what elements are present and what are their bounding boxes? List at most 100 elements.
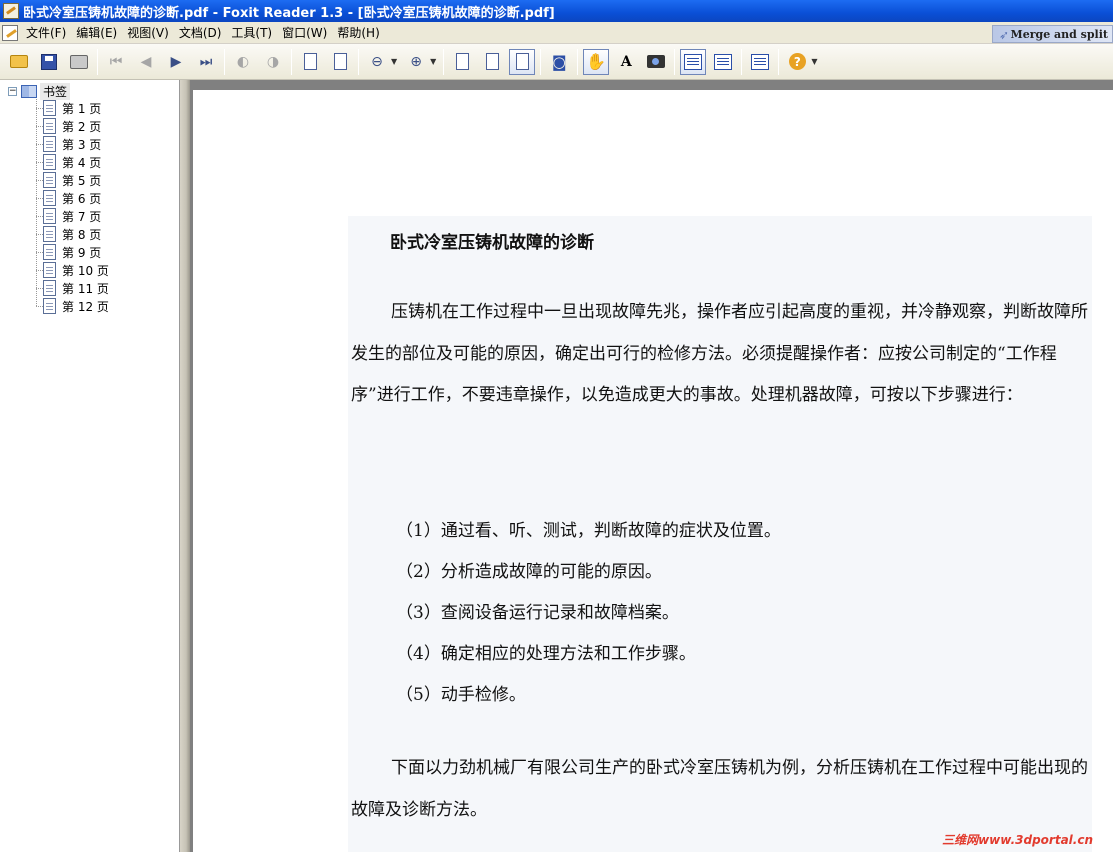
panel-splitter[interactable] <box>180 80 190 852</box>
folder-open-icon <box>10 55 28 68</box>
page-icon <box>43 244 56 260</box>
bookmark-page-5[interactable]: 第 5 页 <box>36 171 101 189</box>
zoom-out-button[interactable]: ⊖ <box>364 49 390 75</box>
actual-size-icon <box>455 53 469 70</box>
save-icon <box>41 53 57 70</box>
thumbnail-panel-icon <box>714 53 733 70</box>
page-icon <box>43 136 56 152</box>
properties-icon <box>751 53 770 70</box>
foxit-app-icon[interactable] <box>3 3 19 19</box>
bookmark-label: 第 12 页 <box>62 299 109 314</box>
merge-and-split-label: Merge and split <box>1010 27 1108 41</box>
help-icon: ? <box>788 53 806 70</box>
previous-page-button[interactable]: ◀ <box>133 49 159 75</box>
intro-paragraph: 压铸机在工作过程中一旦出现故障先兆，操作者应引起高度的重视，并冷静观察，判断故障… <box>351 302 1088 405</box>
collapse-icon[interactable]: − <box>8 86 17 96</box>
zoom-in-button[interactable]: ⊕ <box>403 49 429 75</box>
step-item-2: （2）分析造成故障的可能的原因。 <box>396 562 662 582</box>
menu-window[interactable]: 窗口(W) <box>277 23 332 43</box>
zoom-in-icon: ⊕ <box>410 53 423 70</box>
page-icon <box>43 280 56 296</box>
save-button[interactable] <box>36 49 62 75</box>
previous-page-icon: ◀ <box>140 53 152 70</box>
bookmark-label: 第 3 页 <box>62 137 102 152</box>
toolbar-separator <box>224 48 225 75</box>
toolbar: ⏮ ◀ ▶ ⏭ ◐ ◑ ⊖ ▼ ⊕ ▼ ◙ ✋ A ? ▼ <box>0 44 1113 80</box>
bookmark-page-7[interactable]: 第 7 页 <box>36 207 101 225</box>
fit-width-icon <box>515 53 529 70</box>
toolbar-separator <box>540 48 542 75</box>
text-select-button[interactable]: A <box>613 49 639 75</box>
bookmark-page-12[interactable]: 第 12 页 <box>36 297 109 315</box>
camera-icon <box>647 55 666 68</box>
bookmark-label: 第 7 页 <box>62 209 102 224</box>
find-button[interactable]: ◙ <box>546 49 572 75</box>
first-page-button[interactable]: ⏮ <box>103 49 129 75</box>
hand-tool-button[interactable]: ✋ <box>583 48 610 75</box>
menu-edit[interactable]: 编辑(E) <box>71 23 122 43</box>
bookmark-page-1[interactable]: 第 1 页 <box>36 99 101 117</box>
last-page-icon: ⏭ <box>199 53 213 70</box>
help-dropdown-icon[interactable]: ▼ <box>811 57 817 66</box>
fit-width-button[interactable] <box>509 48 536 75</box>
document-viewer[interactable]: 卧式冷室压铸机故障的诊断 压铸机在工作过程中一旦出现故障先兆，操作者应引起高度的… <box>190 80 1113 852</box>
zoom-in-dropdown-icon[interactable]: ▼ <box>430 57 436 66</box>
toolbar-separator <box>741 48 743 75</box>
step-item-1: （1）通过看、听、测试，判断故障的症状及位置。 <box>396 521 781 541</box>
binoculars-icon: ◙ <box>552 52 567 71</box>
open-button[interactable] <box>6 49 32 75</box>
bookmark-label: 第 6 页 <box>62 191 102 206</box>
print-button[interactable] <box>66 49 92 75</box>
menu-view[interactable]: 视图(V) <box>122 23 174 43</box>
bookmark-label: 第 4 页 <box>62 155 102 170</box>
page-icon <box>43 172 56 188</box>
bookmarks-panel-button[interactable] <box>680 48 707 75</box>
properties-button[interactable] <box>747 49 773 75</box>
title-bar: 卧式冷室压铸机故障的诊断.pdf - Foxit Reader 1.3 - [卧… <box>0 0 1113 22</box>
bookmark-page-4[interactable]: 第 4 页 <box>36 153 101 171</box>
bookmark-page-2[interactable]: 第 2 页 <box>36 117 101 135</box>
rotate-clockwise-button[interactable] <box>297 49 323 75</box>
text-select-icon: A <box>620 53 632 70</box>
zoom-out-dropdown-icon[interactable]: ▼ <box>391 57 397 66</box>
actual-size-button[interactable] <box>449 49 475 75</box>
book-icon <box>21 84 37 98</box>
menu-help[interactable]: 帮助(H) <box>332 23 384 43</box>
merge-and-split-button[interactable]: ➶ Merge and split <box>992 25 1113 43</box>
go-back-button[interactable]: ◐ <box>230 49 256 75</box>
menu-document[interactable]: 文档(D) <box>174 23 227 43</box>
bookmark-root[interactable]: − 书签 <box>8 82 71 100</box>
page-content: 卧式冷室压铸机故障的诊断 压铸机在工作过程中一旦出现故障先兆，操作者应引起高度的… <box>348 216 1092 852</box>
fit-page-icon <box>485 53 499 70</box>
step-item-3: （3）查阅设备运行记录和故障档案。 <box>396 603 679 623</box>
bookmark-page-3[interactable]: 第 3 页 <box>36 135 101 153</box>
go-forward-button[interactable]: ◑ <box>260 49 286 75</box>
fit-page-button[interactable] <box>479 49 505 75</box>
help-button[interactable]: ? <box>784 49 810 75</box>
rotate-left-icon <box>333 53 347 70</box>
bookmark-page-10[interactable]: 第 10 页 <box>36 261 109 279</box>
snapshot-button[interactable] <box>643 49 669 75</box>
page-icon <box>43 208 56 224</box>
bookmark-page-11[interactable]: 第 11 页 <box>36 279 109 297</box>
hand-icon: ✋ <box>586 52 607 71</box>
menu-tools[interactable]: 工具(T) <box>226 23 277 43</box>
menu-file[interactable]: 文件(F) <box>21 23 71 43</box>
next-page-button[interactable]: ▶ <box>163 49 189 75</box>
pdf-page: 卧式冷室压铸机故障的诊断 压铸机在工作过程中一旦出现故障先兆，操作者应引起高度的… <box>193 90 1113 852</box>
bookmark-page-6[interactable]: 第 6 页 <box>36 189 101 207</box>
window-title: 卧式冷室压铸机故障的诊断.pdf - Foxit Reader 1.3 - [卧… <box>23 5 555 21</box>
toolbar-separator <box>291 48 292 75</box>
bookmark-page-8[interactable]: 第 8 页 <box>36 225 101 243</box>
document-menu-icon[interactable] <box>2 24 18 41</box>
rotate-counterclockwise-button[interactable] <box>327 49 353 75</box>
bookmarks-sidebar: − 书签 第 1 页 第 2 页 第 3 页 第 4 页 第 5 页 第 6 页… <box>0 80 180 852</box>
last-page-button[interactable]: ⏭ <box>193 49 219 75</box>
bookmark-root-label: 书签 <box>40 82 71 100</box>
thumbnails-panel-button[interactable] <box>710 49 736 75</box>
page-icon <box>43 190 56 206</box>
bookmark-label: 第 10 页 <box>62 263 109 278</box>
bookmark-page-9[interactable]: 第 9 页 <box>36 243 101 261</box>
site-watermark: 三维网www.3dportal.cn <box>942 833 1093 847</box>
pointer-icon: ➶ <box>999 28 1010 42</box>
